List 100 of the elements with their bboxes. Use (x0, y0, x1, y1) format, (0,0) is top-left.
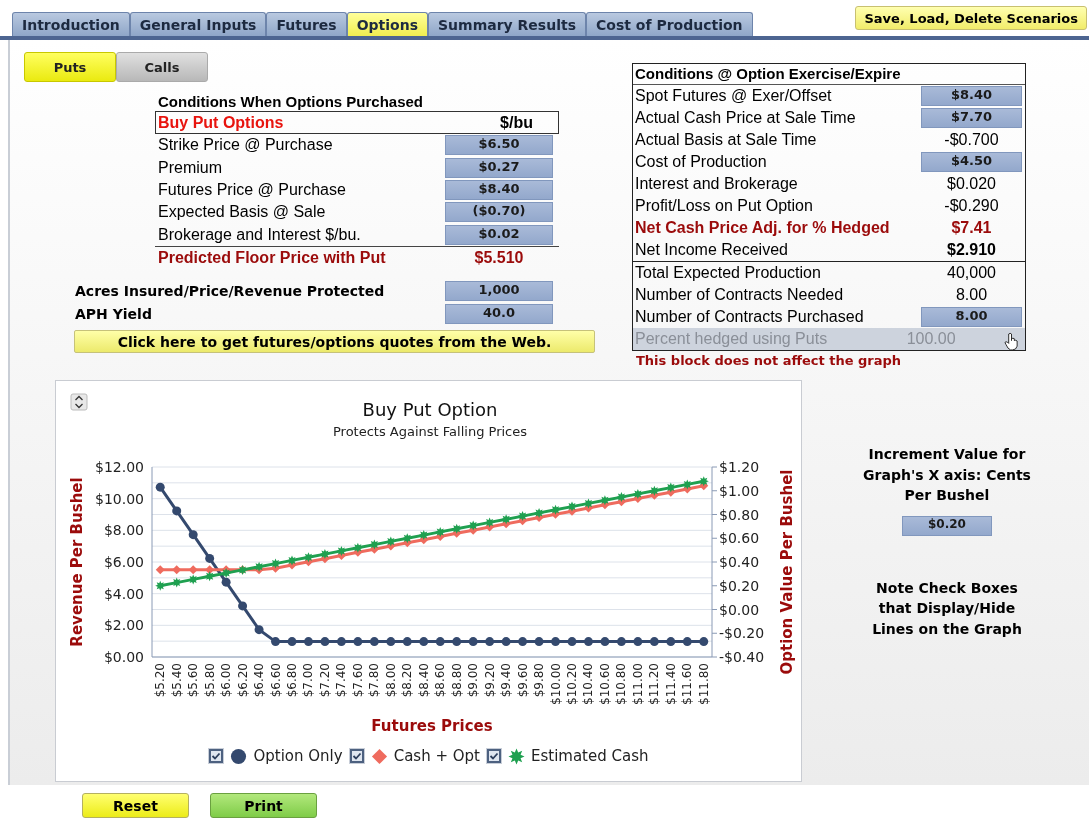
data-point (484, 517, 495, 528)
row-label: Strike Price @ Purchase (158, 136, 333, 155)
data-point (254, 625, 264, 635)
axis-tick-label: $0.00 (103, 649, 144, 665)
data-point (501, 637, 511, 647)
axis-tick-label: $7.60 (350, 663, 365, 698)
axis-tick-label: $8.60 (433, 663, 448, 698)
data-point (303, 552, 314, 563)
nav-tab[interactable]: Futures (266, 12, 347, 36)
input-field[interactable]: $6.50 (445, 135, 553, 156)
nav-tab[interactable]: General Inputs (129, 12, 267, 36)
data-point (402, 637, 412, 647)
checkbox[interactable] (485, 748, 502, 764)
input-field[interactable]: $8.40 (445, 179, 553, 200)
data-point (221, 568, 232, 579)
data-point (385, 536, 396, 547)
axis-tick-label: $11.60 (680, 663, 695, 705)
data-point (172, 565, 182, 575)
axis-tick-label: $9.00 (466, 663, 481, 698)
axis-tick-label: $7.40 (334, 663, 349, 698)
row-label: Actual Cash Price at Sale Time (635, 109, 856, 127)
data-point (172, 506, 182, 516)
spinner-icon[interactable] (70, 393, 88, 411)
input-field[interactable]: $0.27 (445, 157, 553, 178)
data-point (237, 564, 248, 575)
input-field[interactable]: 1,000 (445, 280, 553, 301)
axis-tick-label: $6.20 (235, 663, 250, 698)
axis-tick-label: $0.20 (719, 577, 760, 594)
axis-tick-label: $10.00 (548, 663, 563, 705)
data-point (649, 637, 659, 647)
chart-subtitle: Protects Against Falling Prices (333, 424, 527, 439)
data-point (369, 539, 380, 550)
data-point (386, 637, 396, 647)
input-field[interactable]: ($0.70) (445, 202, 553, 223)
nav-tab[interactable]: Introduction (12, 12, 130, 36)
data-point (221, 577, 231, 587)
data-point (155, 482, 165, 492)
axis-tick-label: $1.20 (719, 459, 760, 475)
axis-tick-label: -$0.40 (719, 649, 765, 665)
nav-tab[interactable]: Cost of Production (586, 12, 753, 36)
input-field[interactable]: $4.50 (921, 152, 1022, 172)
data-point (452, 637, 462, 647)
axis-tick-label: $1.00 (719, 482, 760, 499)
axis-title: Revenue Per Bushel (68, 477, 86, 647)
nav-tab[interactable]: Summary Results (428, 12, 586, 36)
data-point (649, 485, 660, 496)
option-type-tab[interactable]: Calls (116, 52, 208, 82)
axis-tick-label: $11.40 (663, 663, 678, 705)
input-field[interactable]: 8.00 (921, 307, 1022, 327)
row-value: 8.00 (954, 286, 989, 304)
data-point (320, 637, 330, 647)
axis-tick-label: $7.20 (317, 663, 332, 698)
row-label: Net Income Received (635, 241, 788, 259)
data-point (599, 495, 610, 506)
axis-tick-label: $10.40 (581, 663, 596, 705)
axis-tick-label: $6.40 (252, 663, 267, 698)
data-point (188, 530, 198, 540)
axis-tick-label: $8.20 (400, 663, 415, 698)
row-value: $2.910 (946, 241, 997, 259)
input-field[interactable]: $8.40 (921, 86, 1022, 106)
increment-label: Increment Value for Graph's X axis: Cents Per Bushel (863, 445, 1031, 505)
axis-tick-label: $5.60 (186, 663, 201, 698)
input-field[interactable]: $0.02 (445, 224, 553, 245)
nav-tab[interactable]: Options (346, 12, 428, 36)
row-label: Actual Basis at Sale Time (635, 131, 817, 149)
axis-tick-label: $8.40 (416, 663, 431, 698)
data-point (155, 580, 166, 591)
option-type-tab[interactable]: Puts (24, 52, 116, 82)
save-scenarios-button[interactable]: Save, Load, Delete Scenarios (855, 6, 1087, 30)
action-button[interactable]: Print (210, 793, 317, 818)
data-point (188, 565, 198, 575)
data-point (204, 571, 215, 582)
data-point (287, 637, 297, 647)
action-button[interactable]: Reset (82, 793, 189, 818)
data-point (155, 565, 165, 575)
data-point (353, 637, 363, 647)
axis-tick-label: $5.80 (202, 663, 217, 698)
row-label: Number of Contracts Needed (635, 286, 844, 304)
axis-tick-label: $10.20 (565, 663, 579, 705)
input-field[interactable]: $0.20 (902, 515, 992, 536)
field-label: Acres Insured/Price/Revenue Protected (75, 282, 385, 299)
row-label: Interest and Brokerage (635, 175, 798, 193)
quotes-link-button[interactable]: Click here to get futures/options quotes from the Web. (74, 330, 595, 354)
checkbox[interactable] (348, 748, 365, 764)
axis-tick-label: $9.80 (532, 663, 547, 698)
data-point (171, 577, 182, 588)
input-field[interactable]: 40.0 (445, 303, 553, 324)
row-value: 100.00 (905, 330, 956, 348)
legend-label: Estimated Cash (530, 747, 649, 765)
axis-tick-label: $8.00 (103, 522, 144, 539)
axis-tick-label: $10.80 (614, 663, 629, 705)
axis-tick-label: -$0.20 (719, 625, 765, 642)
axis-tick-label: $10.60 (597, 663, 612, 705)
input-field[interactable]: $7.70 (921, 108, 1022, 128)
axis-tick-label: $7.80 (367, 663, 382, 698)
row-label: Premium (158, 158, 222, 177)
row-label: Percent hedged using Puts (635, 330, 828, 348)
checkbox[interactable] (208, 748, 225, 764)
axis-tick-label: $0.40 (719, 554, 760, 570)
axis-tick-label: $10.00 (95, 490, 144, 507)
